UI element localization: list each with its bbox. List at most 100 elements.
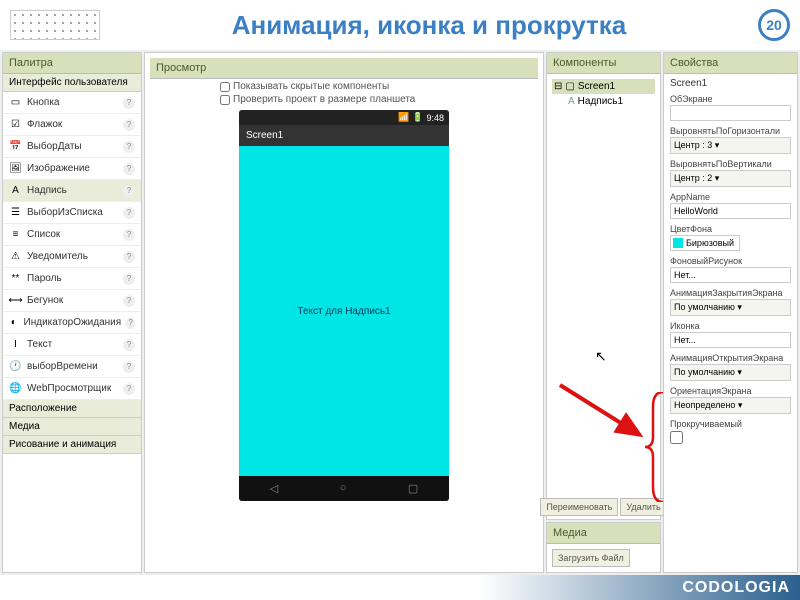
palette-item-label: Уведомитель (27, 251, 118, 262)
palette-item-12[interactable]: 🕐выборВремени? (3, 356, 141, 378)
palette-section-drawing[interactable]: Рисование и анимация (3, 436, 141, 454)
help-icon[interactable]: ? (123, 273, 135, 285)
palette-item-icon: ◐ (9, 316, 19, 329)
phone-screen[interactable]: Текст для Надпись1 (239, 146, 449, 476)
help-icon[interactable]: ? (123, 141, 135, 153)
tree-screen[interactable]: ⊟ ▢ Screen1 (552, 79, 655, 94)
palette-item-icon: 🖼 (9, 162, 22, 175)
palette-item-label: Флажок (27, 119, 118, 130)
prop-halign-select[interactable]: Центр : 3 ▾ (670, 137, 791, 154)
palette-section-media[interactable]: Медиа (3, 418, 141, 436)
palette-item-icon: ≡ (9, 228, 22, 241)
palette-item-10[interactable]: ◐ИндикаторОжидания? (3, 312, 141, 334)
prop-icon-input[interactable] (670, 332, 791, 348)
label-icon: A (568, 96, 575, 107)
phone-navbar: ◁ ○ ▢ (239, 476, 449, 501)
palette-item-label: Пароль (27, 273, 118, 284)
help-icon[interactable]: ? (126, 317, 135, 329)
check-tablet-row[interactable]: Проверить проект в размере планшета (220, 94, 538, 105)
palette-item-label: WebПросмотрщик (27, 383, 118, 394)
prop-appname-input[interactable] (670, 203, 791, 219)
help-icon[interactable]: ? (123, 295, 135, 307)
help-icon[interactable]: ? (123, 163, 135, 175)
palette-item-label: Текст (27, 339, 118, 350)
back-icon: ◁ (270, 482, 278, 495)
palette-item-3[interactable]: 🖼 Изображение? (3, 158, 141, 180)
help-icon[interactable]: ? (123, 185, 135, 197)
palette-item-6[interactable]: ≡Список? (3, 224, 141, 246)
prop-closeanim-select[interactable]: По умолчанию ▾ (670, 299, 791, 316)
palette-item-2[interactable]: 📅ВыборДаты? (3, 136, 141, 158)
help-icon[interactable]: ? (123, 119, 135, 131)
check-tablet-label: Проверить проект в размере планшета (233, 94, 415, 105)
prop-valign-label: ВыровнятьПоВертикали (670, 159, 791, 169)
palette-item-icon: ☑ (9, 118, 22, 131)
prop-bgcolor-select[interactable]: Бирюзовый (670, 235, 740, 251)
palette-item-11[interactable]: IТекст? (3, 334, 141, 356)
palette-item-13[interactable]: 🌐WebПросмотрщик? (3, 378, 141, 400)
viewer-panel: Просмотр Показывать скрытые компоненты П… (144, 52, 544, 573)
delete-button[interactable]: Удалить (620, 498, 666, 516)
palette-item-icon: ⚠ (9, 250, 22, 263)
prop-screen-name: Screen1 (670, 78, 791, 89)
palette-item-8[interactable]: **Пароль? (3, 268, 141, 290)
help-icon[interactable]: ? (123, 207, 135, 219)
palette-section-layout[interactable]: Расположение (3, 400, 141, 418)
palette-item-label: Бегунок (27, 295, 118, 306)
help-icon[interactable]: ? (123, 251, 135, 263)
palette-item-7[interactable]: ⚠ Уведомитель? (3, 246, 141, 268)
prop-scrollable-checkbox[interactable] (670, 431, 683, 444)
help-icon[interactable]: ? (123, 97, 135, 109)
palette-item-1[interactable]: ☑ Флажок? (3, 114, 141, 136)
tree-screen-label: Screen1 (578, 81, 615, 92)
show-hidden-checkbox[interactable] (220, 82, 230, 92)
status-time: 9:48 (426, 113, 444, 123)
screen-icon: ▢ (565, 81, 574, 92)
prop-icon-label: Иконка (670, 321, 791, 331)
prop-halign-label: ВыровнятьПоГоризонтали (670, 126, 791, 136)
palette-item-5[interactable]: ☰ ВыборИзСписка? (3, 202, 141, 224)
palette-item-label: Изображение (27, 163, 118, 174)
prop-bgcolor-label: ЦветФона (670, 224, 791, 234)
palette-item-icon: ⟷ (9, 294, 22, 307)
prop-openanim-select[interactable]: По умолчанию ▾ (670, 364, 791, 381)
palette-item-4[interactable]: A Надпись? (3, 180, 141, 202)
tree-label-text: Надпись1 (578, 96, 623, 107)
prop-valign-select[interactable]: Центр : 2 ▾ (670, 170, 791, 187)
phone-appbar: Screen1 (239, 125, 449, 146)
help-icon[interactable]: ? (123, 361, 135, 373)
palette-section-ui[interactable]: Интерфейс пользователя (3, 74, 141, 92)
prop-scrollable-label: Прокручиваемый (670, 419, 791, 429)
palette-item-icon: A (9, 184, 22, 197)
components-panel: Компоненты ⊟ ▢ Screen1 A Надпись1 Переим… (546, 52, 661, 520)
minus-icon: ⊟ (554, 81, 562, 92)
prop-bgimage-input[interactable] (670, 267, 791, 283)
prop-appname-label: AppName (670, 192, 791, 202)
prop-orientation-select[interactable]: Неопределено ▾ (670, 397, 791, 414)
palette-item-9[interactable]: ⟷ Бегунок? (3, 290, 141, 312)
palette-item-0[interactable]: ▭Кнопка? (3, 92, 141, 114)
palette-item-icon: ☰ (9, 206, 22, 219)
decorative-dots (10, 10, 100, 40)
home-icon: ○ (340, 482, 347, 495)
upload-file-button[interactable]: Загрузить Файл (552, 549, 630, 567)
palette-item-label: Надпись (27, 185, 118, 196)
tree-label[interactable]: A Надпись1 (566, 94, 655, 109)
show-hidden-label: Показывать скрытые компоненты (233, 81, 389, 92)
phone-preview: 📶 🔋 9:48 Screen1 Текст для Надпись1 ◁ ○ … (239, 110, 449, 501)
signal-icon: 📶 (398, 112, 409, 123)
label-component[interactable]: Текст для Надпись1 (297, 306, 390, 317)
palette-item-label: ВыборИзСписка (27, 207, 118, 218)
help-icon[interactable]: ? (123, 383, 135, 395)
color-swatch (673, 238, 683, 248)
prop-orientation-label: ОриентацияЭкрана (670, 386, 791, 396)
help-icon[interactable]: ? (123, 339, 135, 351)
rename-button[interactable]: Переименовать (540, 498, 618, 516)
properties-header: Свойства (664, 53, 797, 74)
show-hidden-row[interactable]: Показывать скрытые компоненты (220, 81, 538, 92)
help-icon[interactable]: ? (123, 229, 135, 241)
check-tablet-checkbox[interactable] (220, 95, 230, 105)
prop-about-input[interactable] (670, 105, 791, 121)
properties-panel: Свойства Screen1 ОбЭкране ВыровнятьПоГор… (663, 52, 798, 573)
page-number-badge: 20 (758, 9, 790, 41)
